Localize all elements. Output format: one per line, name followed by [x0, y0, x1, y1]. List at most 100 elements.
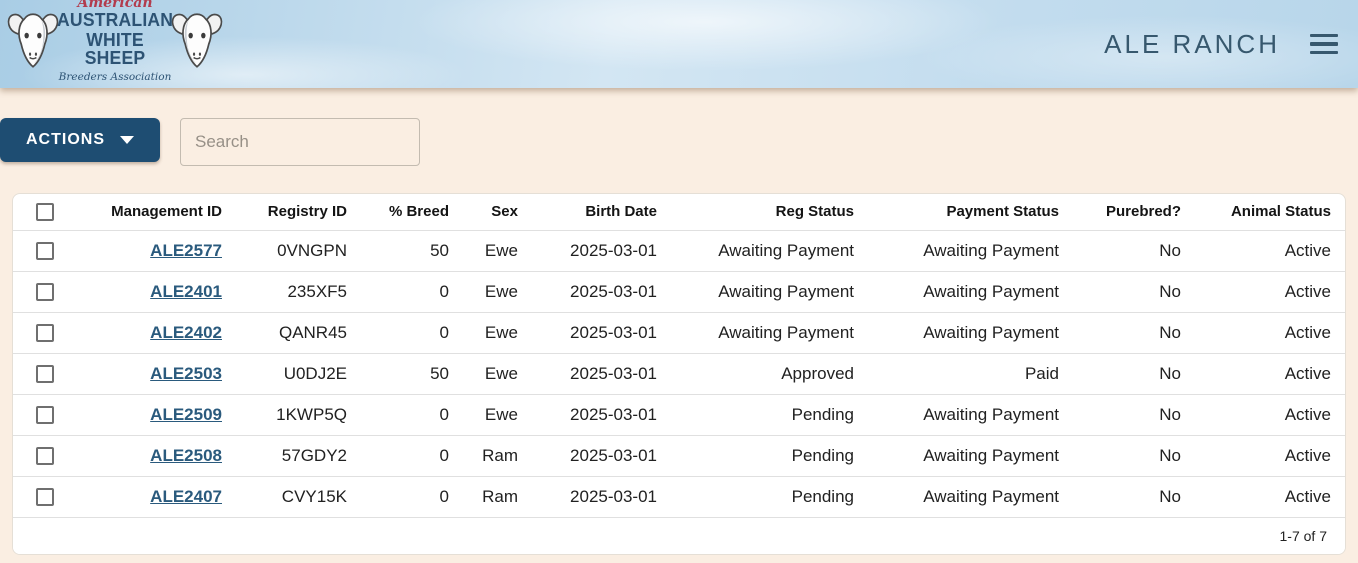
table-footer: 1-7 of 7: [13, 518, 1345, 554]
table-row: ALE2401 235XF5 0 Ewe 2025-03-01 Awaiting…: [13, 271, 1345, 312]
payment-status-cell: Awaiting Payment: [868, 230, 1073, 271]
management-id-link[interactable]: ALE2407: [150, 487, 222, 506]
management-id-link[interactable]: ALE2577: [150, 241, 222, 260]
column-header-sex[interactable]: Sex: [463, 194, 532, 230]
table-row: ALE2407 CVY15K 0 Ram 2025-03-01 Pending …: [13, 476, 1345, 517]
animal-status-cell: Active: [1195, 353, 1345, 394]
registry-id-cell: QANR45: [236, 312, 361, 353]
row-checkbox[interactable]: [36, 324, 54, 342]
purebred-cell: No: [1073, 435, 1195, 476]
select-all-checkbox[interactable]: [36, 203, 54, 221]
birth-date-cell: 2025-03-01: [532, 271, 671, 312]
row-checkbox[interactable]: [36, 488, 54, 506]
percent-breed-cell: 0: [361, 394, 463, 435]
payment-status-cell: Awaiting Payment: [868, 271, 1073, 312]
select-all-cell: [13, 194, 76, 230]
table-row: ALE2402 QANR45 0 Ewe 2025-03-01 Awaiting…: [13, 312, 1345, 353]
column-header-registry-id[interactable]: Registry ID: [236, 194, 361, 230]
sex-cell: Ewe: [463, 230, 532, 271]
table-row: ALE2503 U0DJ2E 50 Ewe 2025-03-01 Approve…: [13, 353, 1345, 394]
registry-id-cell: 1KWP5Q: [236, 394, 361, 435]
percent-breed-cell: 0: [361, 476, 463, 517]
actions-button[interactable]: ACTIONS: [0, 118, 160, 162]
column-header-animal-status[interactable]: Animal Status: [1195, 194, 1345, 230]
purebred-cell: No: [1073, 271, 1195, 312]
row-checkbox[interactable]: [36, 242, 54, 260]
sex-cell: Ram: [463, 476, 532, 517]
row-checkbox[interactable]: [36, 447, 54, 465]
payment-status-cell: Awaiting Payment: [868, 476, 1073, 517]
search-input[interactable]: [180, 118, 420, 166]
table-row: ALE2577 0VNGPN 50 Ewe 2025-03-01 Awaitin…: [13, 230, 1345, 271]
animal-status-cell: Active: [1195, 435, 1345, 476]
row-checkbox[interactable]: [36, 406, 54, 424]
sex-cell: Ram: [463, 435, 532, 476]
reg-status-cell: Awaiting Payment: [671, 230, 868, 271]
registry-id-cell: 0VNGPN: [236, 230, 361, 271]
sheep-head-icon-right: [170, 6, 224, 82]
management-id-link[interactable]: ALE2503: [150, 364, 222, 383]
purebred-cell: No: [1073, 230, 1195, 271]
animals-table: Management ID Registry ID % Breed Sex Bi…: [12, 193, 1346, 555]
reg-status-cell: Awaiting Payment: [671, 312, 868, 353]
payment-status-cell: Awaiting Payment: [868, 312, 1073, 353]
purebred-cell: No: [1073, 394, 1195, 435]
percent-breed-cell: 0: [361, 312, 463, 353]
percent-breed-cell: 50: [361, 230, 463, 271]
table-row: ALE2508 57GDY2 0 Ram 2025-03-01 Pending …: [13, 435, 1345, 476]
table-row: ALE2509 1KWP5Q 0 Ewe 2025-03-01 Pending …: [13, 394, 1345, 435]
actions-button-label: ACTIONS: [26, 131, 105, 149]
sex-cell: Ewe: [463, 312, 532, 353]
registry-id-cell: U0DJ2E: [236, 353, 361, 394]
logo-text: American AUSTRALIAN WHITE SHEEP Breeders…: [54, 0, 176, 88]
association-logo[interactable]: American AUSTRALIAN WHITE SHEEP Breeders…: [6, 0, 224, 88]
birth-date-cell: 2025-03-01: [532, 435, 671, 476]
sex-cell: Ewe: [463, 271, 532, 312]
sheep-head-icon-left: [6, 6, 60, 82]
reg-status-cell: Pending: [671, 476, 868, 517]
column-header-management-id[interactable]: Management ID: [76, 194, 236, 230]
purebred-cell: No: [1073, 353, 1195, 394]
purebred-cell: No: [1073, 476, 1195, 517]
payment-status-cell: Paid: [868, 353, 1073, 394]
management-id-link[interactable]: ALE2509: [150, 405, 222, 424]
purebred-cell: No: [1073, 312, 1195, 353]
birth-date-cell: 2025-03-01: [532, 476, 671, 517]
payment-status-cell: Awaiting Payment: [868, 394, 1073, 435]
column-header-purebred[interactable]: Purebred?: [1073, 194, 1195, 230]
toolbar: ACTIONS: [0, 88, 1358, 166]
column-header-percent-breed[interactable]: % Breed: [361, 194, 463, 230]
registry-id-cell: 235XF5: [236, 271, 361, 312]
birth-date-cell: 2025-03-01: [532, 353, 671, 394]
ranch-name: ALE RANCH: [1104, 29, 1280, 60]
sex-cell: Ewe: [463, 353, 532, 394]
logo-breeders-association: Breeders Association: [59, 72, 172, 83]
registry-id-cell: 57GDY2: [236, 435, 361, 476]
animal-status-cell: Active: [1195, 476, 1345, 517]
percent-breed-cell: 0: [361, 271, 463, 312]
column-header-birth-date[interactable]: Birth Date: [532, 194, 671, 230]
reg-status-cell: Pending: [671, 435, 868, 476]
logo-word-australian: AUSTRALIAN: [57, 11, 173, 30]
logo-word-white-sheep: WHITE SHEEP: [57, 31, 173, 68]
row-checkbox[interactable]: [36, 365, 54, 383]
reg-status-cell: Pending: [671, 394, 868, 435]
pagination-label: 1-7 of 7: [1280, 528, 1327, 544]
column-header-payment-status[interactable]: Payment Status: [868, 194, 1073, 230]
management-id-link[interactable]: ALE2402: [150, 323, 222, 342]
menu-icon[interactable]: [1310, 34, 1338, 54]
birth-date-cell: 2025-03-01: [532, 230, 671, 271]
sex-cell: Ewe: [463, 394, 532, 435]
row-checkbox[interactable]: [36, 283, 54, 301]
registry-id-cell: CVY15K: [236, 476, 361, 517]
column-header-reg-status[interactable]: Reg Status: [671, 194, 868, 230]
management-id-link[interactable]: ALE2508: [150, 446, 222, 465]
animal-status-cell: Active: [1195, 312, 1345, 353]
table-header-row: Management ID Registry ID % Breed Sex Bi…: [13, 194, 1345, 230]
reg-status-cell: Approved: [671, 353, 868, 394]
animal-status-cell: Active: [1195, 271, 1345, 312]
app-header: American AUSTRALIAN WHITE SHEEP Breeders…: [0, 0, 1358, 88]
animal-status-cell: Active: [1195, 394, 1345, 435]
birth-date-cell: 2025-03-01: [532, 394, 671, 435]
management-id-link[interactable]: ALE2401: [150, 282, 222, 301]
